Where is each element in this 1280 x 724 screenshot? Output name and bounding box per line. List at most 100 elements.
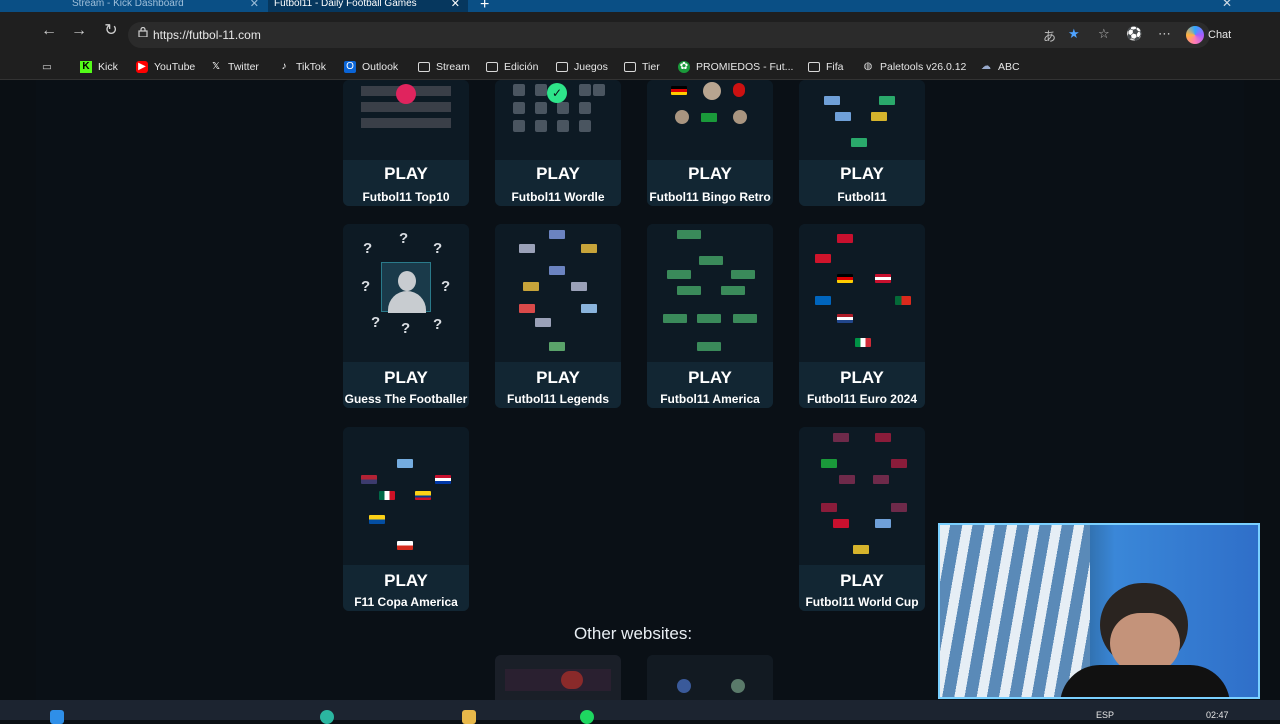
favorites-icon[interactable]: ☆ [1098,26,1110,42]
close-icon[interactable]: ✕ [451,0,460,10]
close-icon[interactable]: ✕ [250,0,259,10]
play-label: PLAY [536,368,580,387]
language-indicator[interactable]: ESP [1096,710,1114,720]
bookmark-folder-edicion[interactable]: Edición [486,59,538,75]
portugal-flag-icon [895,296,911,305]
bookmark-folder-tier[interactable]: Tier [624,59,660,75]
england-flag-icon [815,254,831,263]
bookmark-youtube[interactable]: ▶ YouTube [136,59,195,75]
game-card-euro-2024[interactable]: PLAY Futbol11 Euro 2024 [799,224,925,408]
copilot-chat-button[interactable]: Chat [1186,22,1231,48]
game-thumbnail [799,80,925,160]
bookmark-twitter[interactable]: 𝕏 Twitter [210,59,259,75]
italy-flag-icon [855,338,871,347]
bookmark-outlook[interactable]: O Outlook [344,59,398,75]
game-thumbnail: ? ? ? ? ? ? ? ? [343,224,469,362]
tab-label: Stream - Kick Dashboard [72,0,184,9]
player-face-icon [733,110,747,124]
germany-flag-icon [671,86,687,95]
forward-icon[interactable]: → [68,20,90,42]
other-website-card[interactable] [495,655,621,700]
game-card-america[interactable]: PLAY Futbol11 America [647,224,773,408]
wrong-mark-icon [396,84,416,104]
url-text[interactable]: https://futbol-11.com [153,28,261,42]
bookmark-abc[interactable]: ☁ ABC [980,59,1020,75]
question-mark-icon: ? [399,230,409,247]
bookmark-folder-stream[interactable]: Stream [418,59,470,75]
folder-icon [808,62,820,72]
game-card-top10[interactable]: PLAY Futbol11 Top10 [343,80,469,206]
game-thumbnail [647,224,773,362]
website-thumbnail [495,655,621,700]
back-icon[interactable]: ← [38,20,60,42]
question-mark-icon: ? [371,314,381,331]
favorite-star-icon[interactable]: ★ [1068,26,1080,42]
check-mark-icon: ✓ [547,83,567,103]
window-close-icon[interactable]: ✕ [1222,0,1232,10]
ecuador-flag-icon [369,515,385,524]
brazil-flag-icon [701,113,717,122]
folder-icon [486,62,498,72]
bookmark-paletools[interactable]: ◍ Paletools v26.0.12 [862,59,967,75]
game-card-world-cup[interactable]: PLAY Futbol11 World Cup [799,427,925,611]
bookmark-folder-fifa[interactable]: Fifa [808,59,844,75]
bookmark-folder-juegos[interactable]: Juegos [556,59,608,75]
start-icon[interactable] [50,710,64,724]
address-bar[interactable]: https://futbol-11.com あ ★ ☆ ⚽ ⋯ [128,22,1210,48]
clock[interactable]: 02:47 [1206,710,1229,720]
game-title: Guess The Footballer [344,392,468,406]
chat-label: Chat [1208,29,1232,41]
kick-icon: K [80,61,92,73]
promiedos-icon: ✿ [678,61,690,73]
spotify-icon[interactable] [580,710,594,724]
game-thumbnail [799,224,925,362]
translate-icon[interactable]: あ [1043,26,1056,45]
question-mark-icon: ? [433,240,443,257]
player-face-icon [703,82,721,100]
chile-flag-icon [397,541,413,550]
play-label: PLAY [536,164,580,183]
soccer-ball-extension-icon[interactable]: ⚽ [1126,26,1142,42]
bookmark-tiktok[interactable]: ♪ TikTok [278,59,326,75]
play-label: PLAY [384,571,428,590]
more-menu-icon[interactable]: ⋯ [1158,26,1171,42]
site-info-icon[interactable] [138,27,148,37]
taskbar [0,700,1280,720]
edge-icon[interactable] [320,710,334,724]
game-title: Futbol11 Wordle [511,190,605,204]
copilot-icon [1186,26,1204,44]
streamer-shirt [1060,665,1230,697]
club-crest-icon [733,83,745,97]
play-label: PLAY [688,368,732,387]
question-mark-icon: ? [361,278,371,295]
question-mark-icon: ? [363,240,373,257]
game-card-legends[interactable]: PLAY Futbol11 Legends [495,224,621,408]
game-card-futbol11[interactable]: PLAY Futbol11 [799,80,925,206]
website-thumbnail [647,655,773,700]
explorer-icon[interactable] [462,710,476,724]
game-title: Futbol11 [837,190,887,204]
play-label: PLAY [840,164,884,183]
bookmark-promiedos[interactable]: ✿ PROMIEDOS - Fut... [678,59,793,75]
x-icon: 𝕏 [211,61,221,72]
game-thumbnail [647,80,773,160]
bookmark-kick[interactable]: K Kick [80,59,118,75]
reload-icon[interactable]: ↻ [100,20,122,42]
play-label: PLAY [840,571,884,590]
player-silhouette-icon [381,262,431,313]
game-thumbnail: ✓ [495,80,621,160]
webcam-overlay [938,523,1260,699]
outlook-icon: O [344,61,356,73]
game-card-copa-america[interactable]: PLAY F11 Copa America [343,427,469,611]
usa-flag-icon [361,475,377,484]
play-label: PLAY [688,164,732,183]
argentina-flag-icon [397,459,413,468]
tab-kick-dashboard[interactable]: Stream - Kick Dashboard ✕ [72,0,267,12]
tab-futbol11[interactable]: Futbol11 - Daily Football Games ✕ [268,0,468,12]
youtube-icon: ▶ [136,61,148,73]
game-card-wordle[interactable]: ✓ PLAY Futbol11 Wordle [495,80,621,206]
other-website-card[interactable] [647,655,773,700]
game-card-bingo-retro[interactable]: PLAY Futbol11 Bingo Retro [647,80,773,206]
game-card-guess-the-footballer[interactable]: ? ? ? ? ? ? ? ? PLAY Guess The Footballe… [343,224,469,408]
sidebar-toggle-icon[interactable]: ▭ [42,59,52,75]
